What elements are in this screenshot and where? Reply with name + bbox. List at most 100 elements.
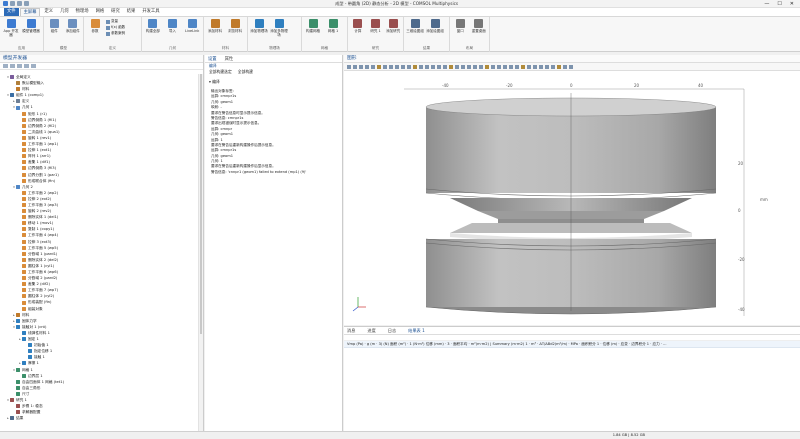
- graphics-tool-icon[interactable]: [497, 64, 501, 69]
- tab-0[interactable]: 文件: [4, 8, 19, 16]
- graphics-tool-icon[interactable]: [473, 64, 477, 69]
- tree-node-icon: [22, 160, 26, 165]
- tab-6[interactable]: 研究: [108, 8, 123, 16]
- graphics-tool-icon[interactable]: [503, 64, 507, 69]
- graphics-tool-icon[interactable]: [521, 64, 525, 69]
- save-icon[interactable]: [10, 1, 15, 6]
- graphics-tool-icon[interactable]: [347, 64, 351, 69]
- tree-node-icon: [10, 93, 14, 98]
- tree-node-icon: [16, 312, 20, 317]
- graphics-tool-icon[interactable]: [455, 64, 459, 69]
- ribbon-small-button[interactable]: 参数案例: [106, 31, 125, 36]
- ribbon-small-button[interactable]: 变量: [106, 19, 125, 24]
- tree-node-icon: [22, 203, 26, 208]
- ribbon-group: 添加材料 浏览材料 材料: [204, 17, 248, 52]
- collapse-all-icon[interactable]: [24, 64, 29, 68]
- graphics-tool-icon[interactable]: [563, 64, 567, 69]
- build-all-button[interactable]: 全部构建: [238, 69, 253, 75]
- graphics-tool-icon[interactable]: [479, 64, 483, 69]
- graphics-tool-icon[interactable]: [539, 64, 543, 69]
- tab-2[interactable]: 定义: [41, 8, 56, 16]
- graphics-tool-icon[interactable]: [425, 64, 429, 69]
- graphics-tool-icon[interactable]: [407, 64, 411, 69]
- tree-node-icon: [16, 379, 20, 384]
- cylinder-geometry[interactable]: [425, 93, 717, 315]
- graphics-tool-icon[interactable]: [557, 64, 561, 69]
- build-selected-button[interactable]: 全部构建选定: [209, 69, 232, 75]
- tab-settings[interactable]: 设置: [208, 56, 217, 62]
- tab-1[interactable]: 主屏幕: [19, 8, 41, 16]
- graphics-tool-icon[interactable]: [389, 64, 393, 69]
- top-tick: 40: [698, 83, 704, 88]
- messages-tab[interactable]: 结果表 1: [408, 328, 425, 334]
- tab-3[interactable]: 几何: [57, 8, 72, 16]
- messages-tab[interactable]: 日志: [388, 328, 396, 334]
- graphics-tool-icon[interactable]: [431, 64, 435, 69]
- graphics-tool-icon[interactable]: [383, 64, 387, 69]
- ribbon-button-label: 窗口: [456, 29, 464, 33]
- right-tick: -40: [738, 307, 745, 312]
- ribbon-group-label: 结果: [422, 46, 431, 50]
- graphics-tool-icon[interactable]: [437, 64, 441, 69]
- graphics-title: 图形: [344, 55, 800, 63]
- graphics-tool-icon[interactable]: [401, 64, 405, 69]
- minimize-button[interactable]: —: [764, 1, 769, 7]
- graphics-tool-icon[interactable]: [365, 64, 369, 69]
- graphics-tool-icon[interactable]: [377, 64, 381, 69]
- graphics-canvas[interactable]: -40 -20 0 20 40 20 0 -20 -40 mm: [344, 71, 800, 325]
- ribbon-group: 计算 研究 1 添加研究 研究: [348, 17, 404, 52]
- tree-node-label: 组件 1 (comp1): [16, 93, 44, 98]
- graphics-tool-icon[interactable]: [509, 64, 513, 69]
- graphics-tool-icon[interactable]: [485, 64, 489, 69]
- graphics-tool-icon[interactable]: [413, 64, 417, 69]
- section-header[interactable]: ▾ 编译: [205, 79, 342, 85]
- graphics-tool-icon[interactable]: [569, 64, 573, 69]
- forward-icon[interactable]: [10, 64, 15, 68]
- expand-all-icon[interactable]: [17, 64, 22, 68]
- tab-5[interactable]: 网格: [93, 8, 108, 16]
- graphics-tool-icon[interactable]: [533, 64, 537, 69]
- maximize-button[interactable]: ☐: [777, 1, 781, 7]
- ribbon-small-button[interactable]: f(x) 函数: [106, 25, 125, 30]
- graphics-tool-icon[interactable]: [371, 64, 375, 69]
- tab-7[interactable]: 结果: [124, 8, 139, 16]
- tree-node-label: 组装对象: [28, 306, 43, 311]
- ribbon-button-label: 模型管理器: [22, 29, 40, 33]
- graphics-tool-icon[interactable]: [443, 64, 447, 69]
- ribbon-button-label: 计算: [354, 29, 362, 33]
- graphics-tool-icon[interactable]: [491, 64, 495, 69]
- tree-node-icon: [22, 282, 26, 287]
- tab-properties[interactable]: 属性: [225, 56, 234, 62]
- tree-scroll-thumb[interactable]: [200, 74, 202, 334]
- show-more-icon[interactable]: [31, 64, 36, 68]
- tree-node[interactable]: ▸ 结果: [0, 415, 197, 421]
- graphics-tool-icon[interactable]: [419, 64, 423, 69]
- tree-node-icon: [22, 337, 26, 342]
- settings-toolbar: 全部构建选定 全部构建: [205, 69, 342, 75]
- graphics-tool-icon[interactable]: [353, 64, 357, 69]
- tree-scrollbar[interactable]: [198, 74, 203, 431]
- ribbon-button-icon: [210, 19, 220, 28]
- graphics-tool-icon[interactable]: [467, 64, 471, 69]
- tree-node-icon: [22, 276, 26, 281]
- graphics-tool-icon[interactable]: [545, 64, 549, 69]
- messages-tab[interactable]: 进度: [367, 328, 375, 334]
- tab-8[interactable]: 开发工具: [139, 8, 162, 16]
- undo-icon[interactable]: [17, 1, 22, 6]
- ribbon-group-label: 布局: [465, 46, 474, 50]
- back-icon[interactable]: [3, 64, 8, 68]
- close-button[interactable]: ✕: [790, 1, 794, 7]
- tab-4[interactable]: 物理场: [73, 8, 92, 16]
- graphics-tool-icon[interactable]: [527, 64, 531, 69]
- graphics-tool-icon[interactable]: [359, 64, 363, 69]
- graphics-tool-icon[interactable]: [551, 64, 555, 69]
- messages-panel: 消息 进度 日志 结果表 1 Vmp (Pa) · g (m · 3) (N) 面积 …: [344, 326, 800, 431]
- messages-tab[interactable]: 消息: [347, 328, 355, 334]
- ribbon-button-icon: [474, 19, 484, 28]
- graphics-tool-icon[interactable]: [461, 64, 465, 69]
- tree-node-icon: [22, 111, 26, 116]
- graphics-tool-icon[interactable]: [515, 64, 519, 69]
- graphics-tool-icon[interactable]: [395, 64, 399, 69]
- small-button-label: 变量: [111, 19, 118, 23]
- graphics-tool-icon[interactable]: [449, 64, 453, 69]
